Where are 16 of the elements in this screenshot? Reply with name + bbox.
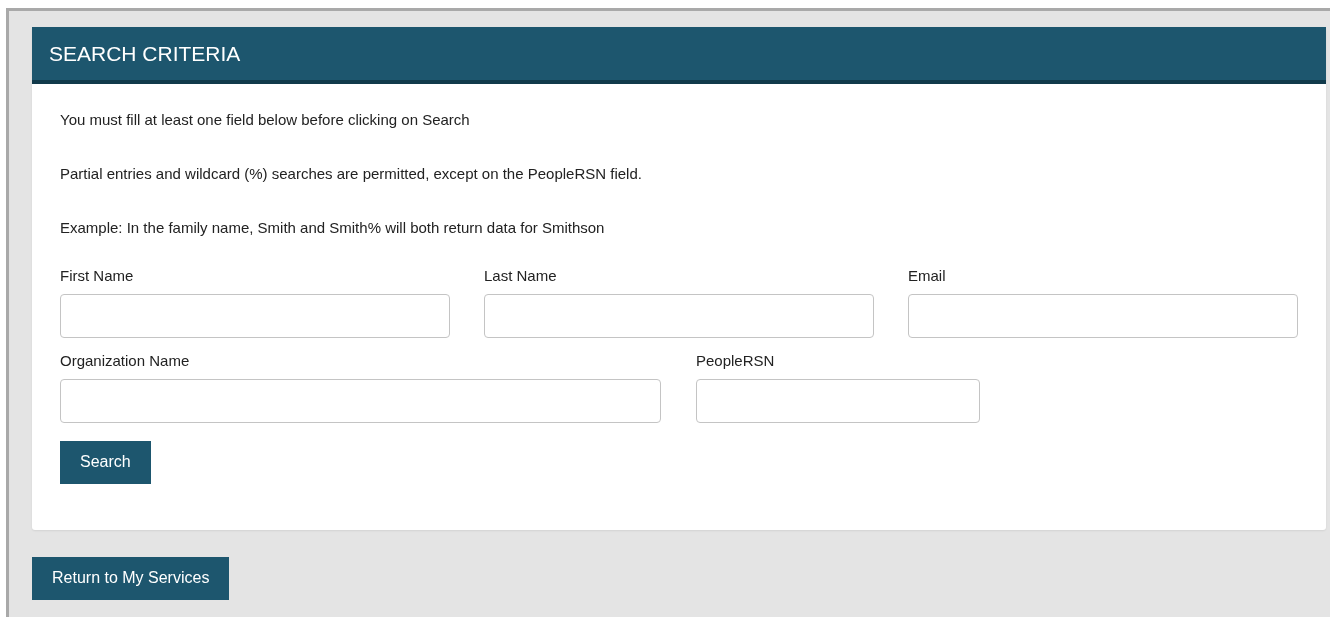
instruction-text: Partial entries and wildcard (%) searches are permitted, except on the PeopleRSN field. [60,165,643,182]
input-field[interactable] [60,293,450,338]
instruction-text: You must fill at least one field below before clicking on Search [60,111,471,128]
search-button[interactable]: Search [60,440,151,484]
input-field[interactable] [908,293,1298,338]
field-label: Last Name [484,266,558,284]
field-label: Email [908,266,947,284]
field-label: Organization Name [60,351,191,369]
panel-title: SEARCH CRITERIA [32,27,1326,84]
input-field[interactable] [60,378,661,423]
input-field[interactable] [696,378,980,423]
return-button[interactable]: Return to My Services [32,556,230,600]
field-label: PeopleRSN [696,351,776,369]
field-label: First Name [60,266,135,284]
input-field[interactable] [484,293,874,338]
instruction-text: Example: In the family name, Smith and Smith% will both return data for Smithson [60,219,606,236]
